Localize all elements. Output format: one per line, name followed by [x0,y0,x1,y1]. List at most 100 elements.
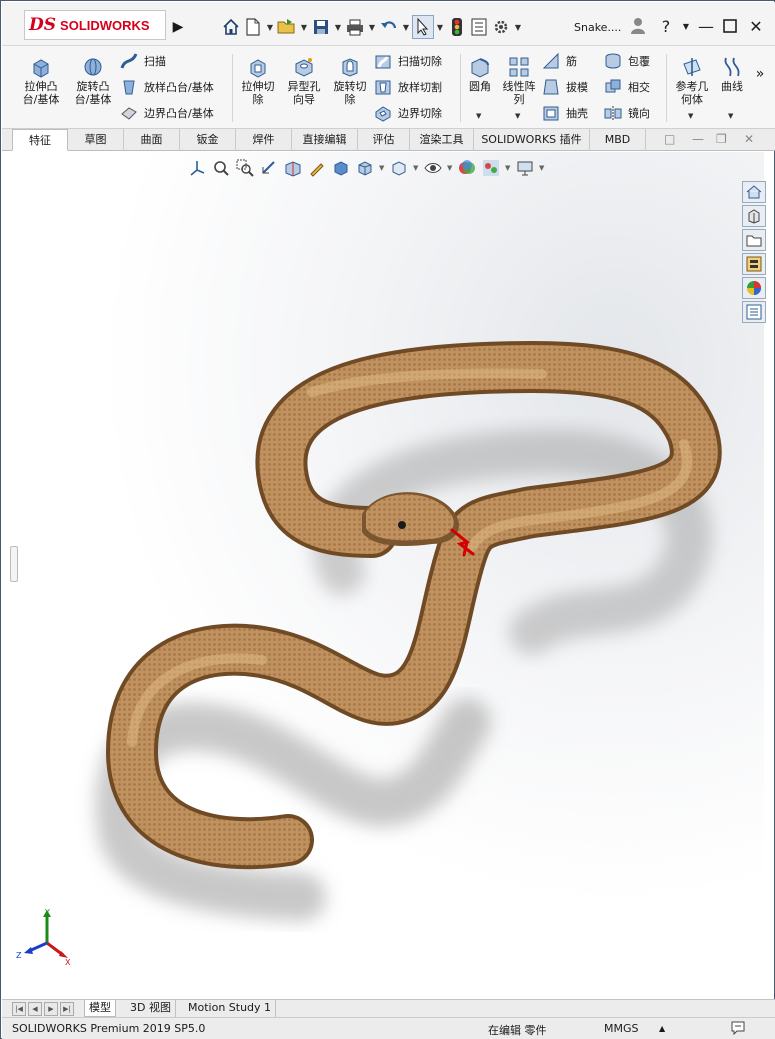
loft-boss-button[interactable]: 放样凸台/基体 [120,76,214,98]
revolve-cut-button[interactable]: 旋转切 除 [328,50,372,106]
ds-logo-mark: DS [29,15,57,35]
triad-y-label: Y [44,908,50,917]
mirror-button[interactable]: 镜向 [604,102,650,124]
bottom-tab-model[interactable]: 模型 [84,1000,116,1017]
tab-solidworks-addins[interactable]: SOLIDWORKS 插件 [474,129,590,151]
lofted-cut-button[interactable]: 放样切割 [374,76,442,98]
model-snake[interactable] [12,152,764,1002]
solidworks-logo[interactable]: DS SOLIDWORKS [24,10,166,40]
user-icon[interactable] [628,16,648,36]
fillet-button[interactable]: 圆角 [462,50,498,93]
boundary-boss-button[interactable]: 边界凸台/基体 [120,102,214,124]
rib-label: 筋 [566,55,577,68]
quick-tips-icon[interactable] [730,1020,748,1039]
reference-geometry-label: 参考几 何体 [675,80,709,106]
panel-restore-icon[interactable]: □ [664,132,675,146]
snake-eye [398,521,406,529]
tab-evaluate[interactable]: 评估 [358,129,410,151]
settings-gear-icon[interactable] [490,15,512,39]
select-arrow-icon[interactable] [412,15,434,39]
new-dropdown-caret[interactable]: ▼ [264,23,276,32]
tab-sketch[interactable]: 草图 [68,129,124,151]
menu-expand-arrow[interactable]: ▶ [170,14,186,40]
tab-surfaces[interactable]: 曲面 [124,129,180,151]
rib-button[interactable]: 筋 [542,50,577,72]
sweep-icon [120,52,138,70]
maximize-icon[interactable] [720,16,740,36]
undo-dropdown-caret[interactable]: ▼ [400,23,412,32]
linear-pattern-button[interactable]: 线性阵 列 [498,50,540,106]
boundary-cut-icon [374,104,392,122]
intersect-button[interactable]: 相交 [604,76,650,98]
shell-button[interactable]: 抽壳 [542,102,588,124]
curves-label: 曲线 [721,80,743,93]
select-dropdown-caret[interactable]: ▼ [434,23,446,32]
tab-mbd[interactable]: MBD [590,129,646,151]
revolve-boss-button[interactable]: 旋转凸 台/基体 [68,50,118,106]
bottom-tab-motion-study[interactable]: Motion Study 1 [184,1000,277,1017]
reference-dropdown-caret[interactable]: ▼ [688,112,693,120]
bottom-tab-3d-views[interactable]: 3D 视图 [126,1000,176,1017]
ribbon-more-button[interactable]: » [750,67,770,81]
reference-geometry-button[interactable]: 参考几 何体 [670,50,714,106]
ribbon-separator [666,54,667,122]
fillet-icon [469,56,491,78]
panel-tile-icon[interactable]: ❐ [716,132,727,146]
print-icon[interactable] [344,15,366,39]
save-dropdown-caret[interactable]: ▼ [332,23,344,32]
settings-dropdown-caret[interactable]: ▼ [512,23,524,32]
extrude-cut-icon [247,56,269,78]
draft-label: 拔模 [566,81,588,94]
swept-cut-button[interactable]: 扫描切除 [374,50,442,72]
curves-button[interactable]: 曲线 [716,50,748,93]
tab-direct-editing[interactable]: 直接编辑 [292,129,358,151]
boundary-cut-label: 边界切除 [398,107,442,120]
extrude-boss-button[interactable]: 拉伸凸 台/基体 [16,50,66,106]
extrude-boss-icon [30,56,52,78]
new-document-icon[interactable] [242,15,264,39]
tab-sheet-metal[interactable]: 钣金 [180,129,236,151]
intersect-icon [604,78,622,96]
curves-dropdown-caret[interactable]: ▼ [728,112,733,120]
prev-tab-arrow[interactable]: ◀ [28,1002,42,1016]
first-tab-arrow[interactable]: |◀ [12,1002,26,1016]
tab-render-tools[interactable]: 渲染工具 [410,129,474,151]
sweep-button[interactable]: 扫描 [120,50,166,72]
help-icon[interactable]: ? [656,16,676,36]
hole-wizard-button[interactable]: 异型孔 向导 [282,50,326,106]
open-dropdown-caret[interactable]: ▼ [298,23,310,32]
minimize-icon[interactable]: — [696,16,716,36]
print-dropdown-caret[interactable]: ▼ [366,23,378,32]
panel-minimize-icon[interactable]: — [692,132,704,146]
close-icon[interactable]: ✕ [746,16,766,36]
pattern-dropdown-caret[interactable]: ▼ [515,112,520,120]
mirror-label: 镜向 [628,107,650,120]
triad-z-label: Z [16,951,22,960]
save-icon[interactable] [310,15,332,39]
status-edit-mode: 在编辑 零件 [488,1024,547,1037]
title-bar: DS SOLIDWORKS ▶ ▼ ▼ ▼ ▼ ▼ ▼ ▼ Snake.... … [2,2,775,46]
traffic-light-icon[interactable] [446,15,468,39]
status-units[interactable]: MMGS [604,1022,639,1035]
coordinate-triad: Y X Z [15,907,75,970]
home-icon[interactable] [220,15,242,39]
file-properties-icon[interactable] [468,15,490,39]
panel-close-icon[interactable]: ✕ [744,132,754,146]
units-caret[interactable]: ▲ [659,1024,665,1033]
fillet-dropdown-caret[interactable]: ▼ [476,112,481,120]
wrap-button[interactable]: 包覆 [604,50,650,72]
tab-weldments[interactable]: 焊件 [236,129,292,151]
boundary-cut-button[interactable]: 边界切除 [374,102,442,124]
document-title: Snake.... [574,21,622,34]
draft-button[interactable]: 拔模 [542,76,588,98]
open-folder-icon[interactable] [276,15,298,39]
extrude-cut-button[interactable]: 拉伸切 除 [236,50,280,106]
undo-icon[interactable] [378,15,400,39]
last-tab-arrow[interactable]: ▶| [60,1002,74,1016]
help-dropdown-caret[interactable]: ▼ [676,16,696,36]
logo-text: SOLIDWORKS [60,17,150,33]
lofted-cut-icon [374,78,392,96]
next-tab-arrow[interactable]: ▶ [44,1002,58,1016]
wrap-label: 包覆 [628,55,650,68]
tab-features[interactable]: 特征 [12,129,68,151]
